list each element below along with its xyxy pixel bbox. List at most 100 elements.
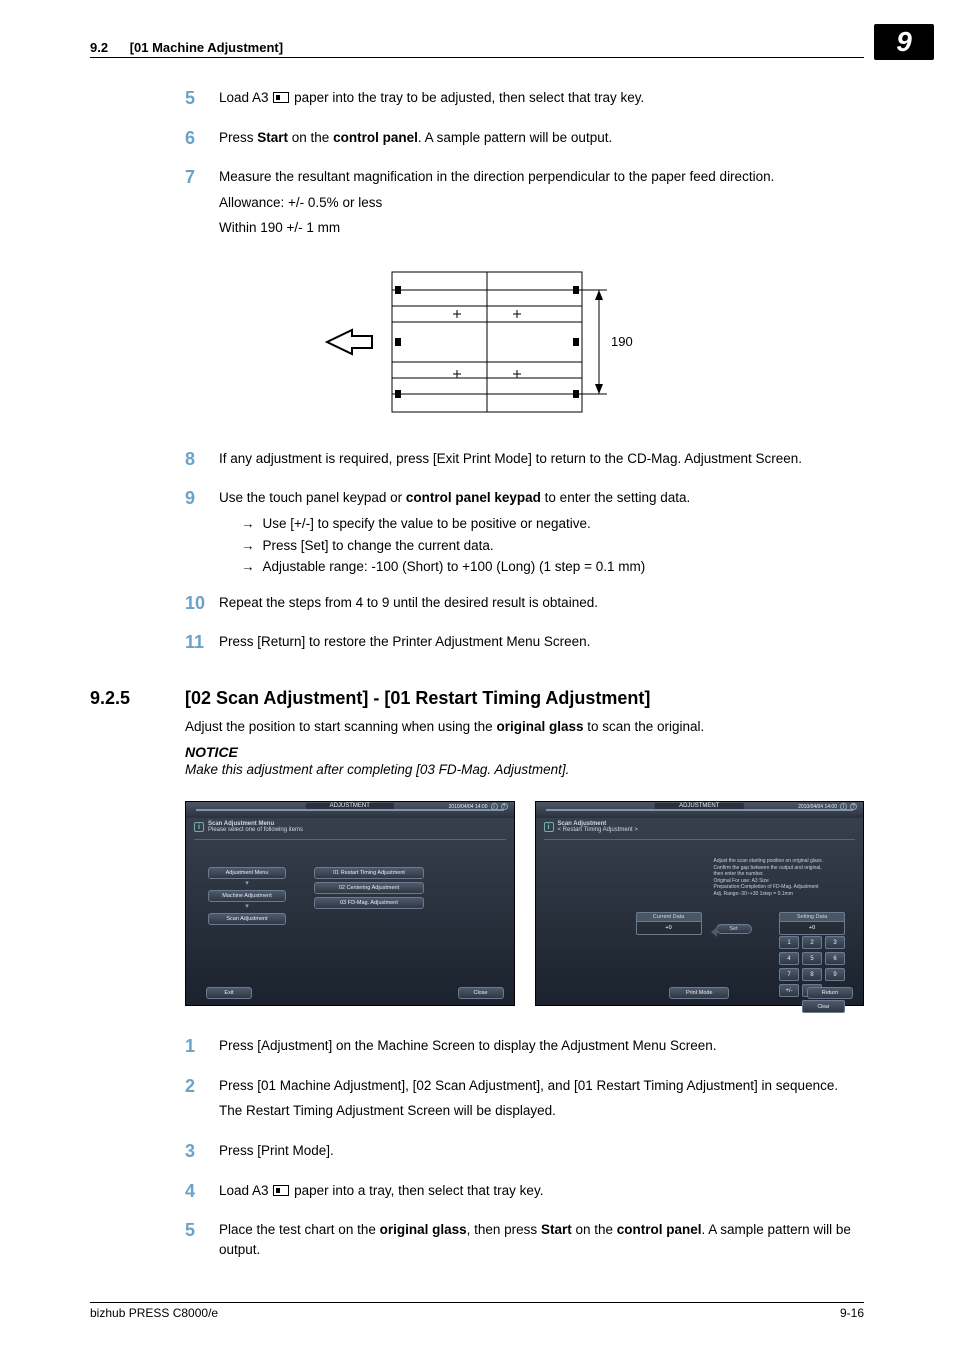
exit-button[interactable]: Exit: [206, 987, 252, 999]
step-text: Press [Return] to restore the Printer Ad…: [219, 632, 864, 652]
info-icon: i: [544, 822, 554, 832]
header-section-title: [01 Machine Adjustment]: [130, 40, 283, 55]
step-8: 8If any adjustment is required, press [E…: [185, 449, 864, 475]
step-text: Allowance: +/- 0.5% or less: [219, 193, 864, 213]
step-text: If any adjustment is required, press [Ex…: [219, 449, 864, 469]
keypad-key[interactable]: 2: [802, 936, 822, 949]
notice-label: NOTICE: [185, 744, 864, 760]
step-number: 10: [185, 593, 219, 619]
current-data-box: Current Data +0: [636, 912, 702, 935]
step-body: Press [Return] to restore the Printer Ad…: [219, 632, 864, 658]
step-10: 10Repeat the steps from 4 to 9 until the…: [185, 593, 864, 619]
section-intro: Adjust the position to start scanning wh…: [185, 717, 864, 737]
chevron-down-icon: ▾: [208, 904, 286, 910]
step-text: Within 190 +/- 1 mm: [219, 218, 864, 238]
paper-landscape-icon: [273, 1185, 289, 1196]
keypad-key[interactable]: Clear: [802, 1000, 845, 1013]
help-text: Adjust the scan starting position on ori…: [714, 858, 850, 897]
step-body: Press Start on the control panel. A samp…: [219, 128, 864, 154]
chevron-down-icon: ▾: [208, 881, 286, 887]
screenshot-adjust: ADJUSTMENT 2010/04/04 14:00 i? i Scan Ad…: [535, 801, 865, 1006]
print-mode-button[interactable]: Print Mode: [669, 987, 729, 999]
menu-item[interactable]: Machine Adjustment: [208, 890, 286, 902]
step-9: 9Use the touch panel keypad or control p…: [185, 488, 864, 578]
step-body: Press [Adjustment] on the Machine Screen…: [219, 1036, 864, 1062]
step-number: 5: [185, 1220, 219, 1265]
option-item[interactable]: 03 FD-Mag. Adjustment: [314, 897, 424, 909]
step-text: Load A3 paper into a tray, then select t…: [219, 1181, 864, 1201]
step-2: 2Press [01 Machine Adjustment], [02 Scan…: [185, 1076, 864, 1127]
step-number: 5: [185, 88, 219, 114]
step-text: The Restart Timing Adjustment Screen wil…: [219, 1101, 864, 1121]
close-button[interactable]: Close: [458, 987, 504, 999]
footer-product: bizhub PRESS C8000/e: [90, 1306, 218, 1320]
step-number: 4: [185, 1181, 219, 1207]
page-footer: bizhub PRESS C8000/e 9-16: [90, 1302, 864, 1320]
step-body: Load A3 paper into the tray to be adjust…: [219, 88, 864, 114]
section-heading-9-2-5: 9.2.5 [02 Scan Adjustment] - [01 Restart…: [90, 688, 864, 709]
screen-timestamp: 2010/04/04 14:00 i?: [798, 803, 857, 810]
footer-page-number: 9-16: [840, 1306, 864, 1320]
keypad[interactable]: 123456789+/-0Clear: [779, 936, 845, 1013]
step-number: 8: [185, 449, 219, 475]
screen-subbar: i Scan Adjustment Menu Please select one…: [186, 818, 514, 839]
step-4: 4Load A3 paper into a tray, then select …: [185, 1181, 864, 1207]
keypad-key[interactable]: 1: [779, 936, 799, 949]
screen-sub2: Please select one of following items: [208, 827, 303, 833]
measurement-diagram: 190: [90, 262, 864, 425]
step-body: Press [Print Mode].: [219, 1141, 864, 1167]
step-body: Repeat the steps from 4 to 9 until the d…: [219, 593, 864, 619]
step-text: Press Start on the control panel. A samp…: [219, 128, 864, 148]
step-6: 6Press Start on the control panel. A sam…: [185, 128, 864, 154]
step-body: Place the test chart on the original gla…: [219, 1220, 864, 1265]
return-button[interactable]: Return: [807, 987, 853, 999]
step-bullet: Press [Set] to change the current data.: [241, 536, 864, 556]
step-text: Place the test chart on the original gla…: [219, 1220, 864, 1259]
steps-group-a: 5Load A3 paper into the tray to be adjus…: [185, 88, 864, 244]
screen-sub2: < Restart Timing Adjustment >: [558, 827, 638, 833]
header-section-number: 9.2: [90, 40, 108, 55]
keypad-key[interactable]: +/-: [779, 984, 799, 997]
keypad-key[interactable]: 9: [825, 968, 845, 981]
steps-group-b: 8If any adjustment is required, press [E…: [185, 449, 864, 658]
step-number: 7: [185, 167, 219, 244]
keypad-key[interactable]: 8: [802, 968, 822, 981]
steps-group-c: 1Press [Adjustment] on the Machine Scree…: [185, 1036, 864, 1265]
step-bullet: Use [+/-] to specify the value to be pos…: [241, 514, 864, 534]
step-body: Press [01 Machine Adjustment], [02 Scan …: [219, 1076, 864, 1127]
step-text: Use the touch panel keypad or control pa…: [219, 488, 864, 508]
step-1: 1Press [Adjustment] on the Machine Scree…: [185, 1036, 864, 1062]
keypad-key[interactable]: 6: [825, 952, 845, 965]
page-header: 9.2 [01 Machine Adjustment] 9: [90, 40, 864, 58]
screenshot-menu: ADJUSTMENT 2010/04/04 14:00 i? i Scan Ad…: [185, 801, 515, 1006]
step-number: 11: [185, 632, 219, 658]
step-body: Use the touch panel keypad or control pa…: [219, 488, 864, 578]
section-title: [02 Scan Adjustment] - [01 Restart Timin…: [185, 688, 650, 709]
keypad-key[interactable]: 3: [825, 936, 845, 949]
step-body: If any adjustment is required, press [Ex…: [219, 449, 864, 475]
notice-text: Make this adjustment after completing [0…: [185, 762, 864, 777]
option-item[interactable]: 02 Centering Adjustment: [314, 882, 424, 894]
menu-item[interactable]: Adjustment Menu: [208, 867, 286, 879]
step-number: 3: [185, 1141, 219, 1167]
step-text: Load A3 paper into the tray to be adjust…: [219, 88, 864, 108]
step-5: 5Load A3 paper into the tray to be adjus…: [185, 88, 864, 114]
screen-timestamp: 2010/04/04 14:00 i?: [449, 803, 508, 810]
diagram-dimension-label: 190: [611, 334, 633, 349]
keypad-key[interactable]: 4: [779, 952, 799, 965]
step-body: Measure the resultant magnification in t…: [219, 167, 864, 244]
step-3: 3Press [Print Mode].: [185, 1141, 864, 1167]
option-item[interactable]: 01 Restart Timing Adjustment: [314, 867, 424, 879]
menu-item[interactable]: Scan Adjustment: [208, 913, 286, 925]
step-number: 1: [185, 1036, 219, 1062]
step-bullet: Adjustable range: -100 (Short) to +100 (…: [241, 557, 864, 577]
chapter-badge: 9: [874, 24, 934, 60]
step-text: Measure the resultant magnification in t…: [219, 167, 864, 187]
step-5: 5Place the test chart on the original gl…: [185, 1220, 864, 1265]
keypad-key[interactable]: 5: [802, 952, 822, 965]
set-button[interactable]: Set: [716, 924, 752, 934]
paper-landscape-icon: [273, 92, 289, 103]
section-number: 9.2.5: [90, 688, 185, 709]
keypad-key[interactable]: 7: [779, 968, 799, 981]
screen-subbar: i Scan Adjustment < Restart Timing Adjus…: [536, 818, 864, 839]
